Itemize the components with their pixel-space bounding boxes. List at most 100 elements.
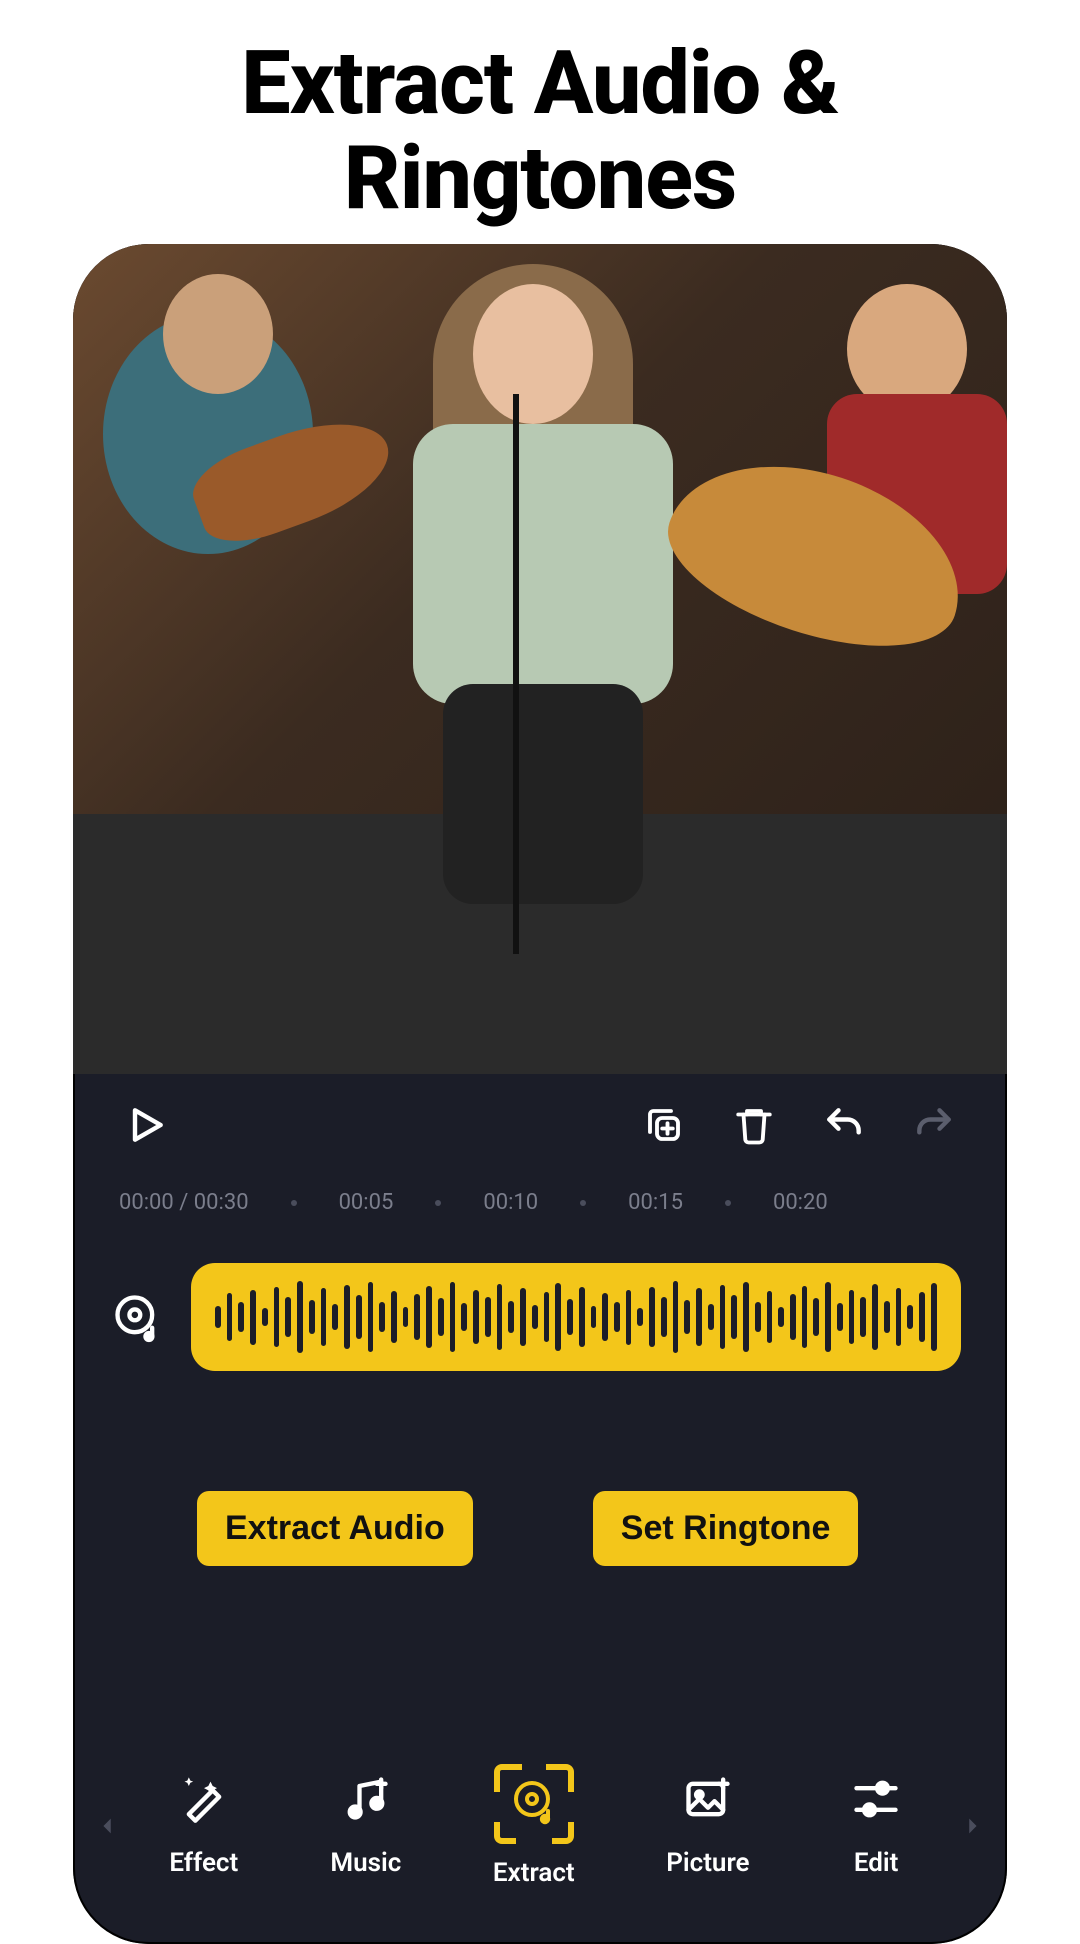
waveform-bar — [813, 1298, 819, 1336]
waveform-bar — [321, 1288, 327, 1346]
image-plus-icon — [673, 1764, 743, 1834]
waveform-bar — [579, 1287, 585, 1347]
waveform-bar — [262, 1308, 268, 1326]
waveform-bar — [473, 1290, 479, 1344]
vinyl-note-icon — [494, 1764, 574, 1844]
nav-item-effect[interactable]: Effect — [169, 1764, 239, 1888]
waveform-bar — [849, 1290, 855, 1344]
action-buttons: Extract Audio Set Ringtone — [73, 1371, 1007, 1566]
headline-line1: Extract Audio & — [241, 32, 839, 135]
extract-audio-button[interactable]: Extract Audio — [197, 1491, 473, 1566]
sliders-icon — [841, 1764, 911, 1834]
nav-item-music[interactable]: Music — [330, 1764, 401, 1888]
waveform-bar — [919, 1292, 925, 1342]
waveform-bar — [450, 1282, 456, 1352]
waveform-bar — [356, 1295, 362, 1339]
waveform-bar — [391, 1291, 397, 1343]
sparkle-wand-icon — [169, 1764, 239, 1834]
waveform-bar — [520, 1288, 526, 1346]
waveform-bar — [837, 1303, 843, 1331]
time-tick: 00:10 — [483, 1190, 538, 1215]
waveform-bar — [778, 1307, 784, 1327]
waveform-bar — [274, 1287, 280, 1347]
waveform-bar — [802, 1286, 808, 1348]
bottom-toolbar: Effect Music Extract Picture Edit — [73, 1764, 1007, 1944]
waveform-bar — [250, 1290, 256, 1345]
waveform-bar — [497, 1284, 503, 1350]
waveform-bar — [485, 1297, 491, 1337]
waveform-bar — [626, 1290, 632, 1345]
waveform-bar — [414, 1294, 420, 1340]
nav-item-extract[interactable]: Extract — [493, 1764, 575, 1888]
waveform-bar — [297, 1281, 303, 1353]
nav-item-label: Music — [330, 1848, 401, 1878]
waveform-bar — [508, 1301, 514, 1333]
waveform-bar — [872, 1284, 878, 1350]
ruler-dot — [725, 1200, 731, 1206]
waveform-bar — [461, 1303, 467, 1331]
copy-plus-icon[interactable] — [637, 1098, 691, 1152]
app-frame: 00:00 / 00:30 00:05 00:10 00:15 00:20 Ex… — [73, 244, 1007, 1944]
waveform-bar — [931, 1283, 937, 1351]
waveform-bar — [602, 1293, 608, 1341]
waveform-bar — [614, 1302, 620, 1332]
waveform-bar — [684, 1300, 690, 1334]
waveform-bar — [555, 1283, 561, 1351]
waveform-bar — [637, 1308, 643, 1326]
waveform-bar — [227, 1293, 233, 1341]
toolbar-scroll-left[interactable] — [93, 1815, 123, 1837]
time-tick: 00:15 — [628, 1190, 683, 1215]
audio-track-row — [73, 1229, 1007, 1371]
waveform-bar — [215, 1306, 221, 1328]
vinyl-note-icon — [107, 1287, 167, 1347]
waveform-bar — [591, 1306, 597, 1328]
waveform-bar — [907, 1305, 913, 1329]
promo-headline: Extract Audio & Ringtones — [0, 0, 1080, 226]
waveform-bar — [708, 1304, 714, 1330]
video-preview[interactable] — [73, 244, 1007, 1074]
headline-line2: Ringtones — [344, 127, 736, 230]
undo-icon[interactable] — [817, 1098, 871, 1152]
waveform-bar — [426, 1286, 432, 1348]
ruler-dot — [291, 1200, 297, 1206]
waveform-bar — [731, 1295, 737, 1339]
toolbar-scroll-right[interactable] — [957, 1815, 987, 1837]
nav-item-picture[interactable]: Picture — [666, 1764, 749, 1888]
waveform-bar — [649, 1287, 655, 1347]
audio-waveform-clip[interactable] — [191, 1263, 961, 1371]
waveform-bar — [403, 1307, 409, 1327]
waveform-bar — [238, 1302, 244, 1332]
timeline-ruler[interactable]: 00:00 / 00:30 00:05 00:10 00:15 00:20 — [73, 1162, 1007, 1229]
music-plus-icon — [331, 1764, 401, 1834]
trash-icon[interactable] — [727, 1098, 781, 1152]
time-current-total: 00:00 / 00:30 — [119, 1190, 249, 1215]
ruler-dot — [435, 1200, 441, 1206]
waveform-bar — [696, 1288, 702, 1346]
set-ringtone-button[interactable]: Set Ringtone — [593, 1491, 859, 1566]
waveform-bar — [755, 1302, 761, 1332]
play-icon[interactable] — [119, 1098, 173, 1152]
waveform-bar — [567, 1299, 573, 1335]
waveform-bar — [332, 1304, 338, 1330]
waveform-bar — [309, 1300, 315, 1334]
nav-item-edit[interactable]: Edit — [841, 1764, 911, 1888]
waveform-bar — [884, 1301, 890, 1333]
waveform-bar — [532, 1305, 538, 1329]
ruler-dot — [580, 1200, 586, 1206]
waveform-bar — [661, 1297, 667, 1337]
redo-icon[interactable] — [907, 1098, 961, 1152]
waveform-bar — [790, 1294, 796, 1340]
waveform-bar — [896, 1288, 902, 1346]
waveform-bar — [825, 1282, 831, 1352]
time-tick: 00:05 — [339, 1190, 394, 1215]
waveform-bar — [673, 1281, 679, 1353]
waveform-bar — [743, 1282, 749, 1352]
nav-item-label: Effect — [169, 1848, 238, 1878]
player-controls — [73, 1074, 1007, 1162]
waveform-bar — [860, 1297, 866, 1337]
waveform-bar — [368, 1282, 374, 1352]
waveform-bar — [285, 1297, 291, 1337]
nav-item-label: Extract — [493, 1858, 575, 1888]
nav-item-label: Picture — [666, 1848, 749, 1878]
time-tick: 00:20 — [773, 1190, 828, 1215]
